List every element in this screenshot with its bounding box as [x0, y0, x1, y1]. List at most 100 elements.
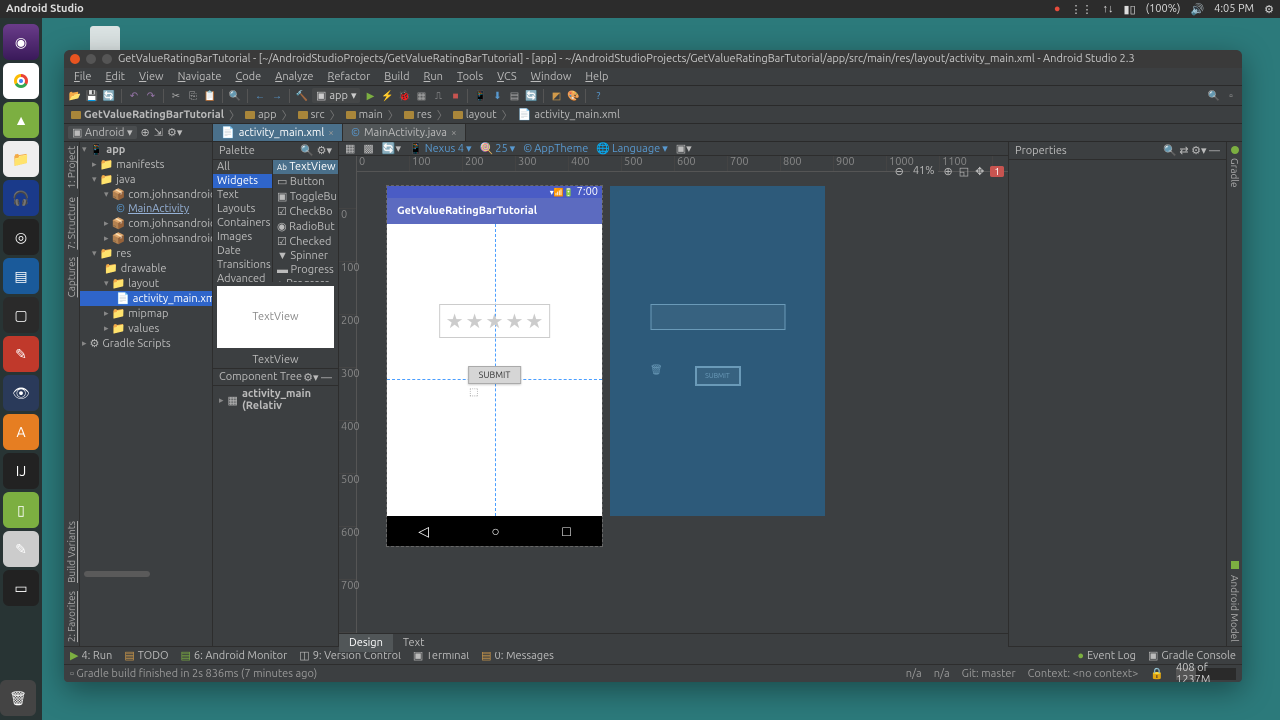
- tree-item-selected[interactable]: 📄activity_main.xm: [80, 291, 212, 306]
- close-icon[interactable]: ×: [451, 127, 457, 138]
- tree-gradle-scripts[interactable]: ▸⚙Gradle Scripts: [80, 336, 212, 351]
- collapse-icon[interactable]: ⇲: [154, 126, 163, 139]
- pan-icon[interactable]: ✥: [975, 165, 984, 178]
- window-maximize-button[interactable]: [102, 54, 112, 64]
- paste-icon[interactable]: 📋: [203, 89, 217, 103]
- gear-icon[interactable]: ⚙▾: [167, 126, 182, 139]
- palette-cat[interactable]: Transitions: [213, 258, 272, 272]
- zoom-level[interactable]: 41%: [910, 165, 938, 177]
- tool-structure[interactable]: 7: Structure: [66, 193, 77, 254]
- launcher-dash[interactable]: ◉: [3, 24, 39, 60]
- menu-vcs[interactable]: VCS: [491, 69, 523, 85]
- launcher-terminal[interactable]: ▢: [3, 297, 39, 333]
- window-close-button[interactable]: [70, 54, 80, 64]
- tool-build-variants[interactable]: Build Variants: [66, 517, 77, 587]
- battery-icon[interactable]: ▮▯: [1124, 3, 1136, 16]
- avd-icon[interactable]: 📱: [473, 89, 487, 103]
- toggle-tools-icon[interactable]: ▫: [1224, 89, 1238, 103]
- nav-layout[interactable]: layout: [450, 109, 500, 121]
- gradle-sync-icon[interactable]: 🔄: [524, 89, 538, 103]
- palette-widget[interactable]: ☑ CheckBo: [273, 204, 338, 219]
- palette-widget[interactable]: ▼ Spinner: [273, 249, 338, 263]
- tree-item[interactable]: ▸📁mipmap: [80, 306, 212, 321]
- launcher-intellij[interactable]: IJ: [3, 453, 39, 489]
- tab-design[interactable]: Design: [339, 634, 393, 652]
- submit-button[interactable]: SUBMIT: [468, 366, 522, 384]
- menu-help[interactable]: Help: [579, 69, 614, 85]
- tool-gradle[interactable]: Gradle: [1229, 154, 1240, 192]
- status-git[interactable]: Git: master: [962, 668, 1016, 680]
- launcher-app-green[interactable]: ▯: [3, 492, 39, 528]
- tool-todo[interactable]: ▤TODO: [124, 649, 168, 662]
- gear-icon[interactable]: ⚙▾: [1191, 145, 1206, 157]
- menu-run[interactable]: Run: [418, 69, 449, 85]
- tree-item[interactable]: ▾📁res: [80, 246, 212, 261]
- tree-item[interactable]: ▸📁manifests: [80, 157, 212, 172]
- make-icon[interactable]: 🔨: [295, 89, 309, 103]
- palette-widget[interactable]: ☑ Checked: [273, 234, 338, 249]
- sync-icon[interactable]: 🔄: [102, 89, 116, 103]
- tool-event-log[interactable]: ●Event Log: [1077, 650, 1136, 662]
- search-icon[interactable]: 🔍: [1163, 145, 1177, 157]
- palette-widget[interactable]: Ab TextView: [273, 160, 338, 174]
- status-context[interactable]: Context: <no context>: [1028, 668, 1139, 680]
- design-canvas[interactable]: 010020030040050060070080090010001100 ▾📶🔋…: [357, 156, 1008, 633]
- palette-cat[interactable]: Layouts: [213, 202, 272, 216]
- copy-icon[interactable]: ⎘: [186, 89, 200, 103]
- tool-favorites[interactable]: 2: Favorites: [66, 587, 77, 646]
- menu-file[interactable]: File: [68, 69, 97, 85]
- tab-main-activity[interactable]: ©MainActivity.java×: [343, 124, 466, 141]
- save-icon[interactable]: 💾: [85, 89, 99, 103]
- theme-icon[interactable]: 🎨: [566, 89, 580, 103]
- device-selector[interactable]: 📱Nexus 4▾: [409, 142, 472, 155]
- memory-indicator[interactable]: 408 of 1237M: [1176, 668, 1236, 680]
- layout-icon[interactable]: ◩: [549, 89, 563, 103]
- menu-edit[interactable]: Edit: [99, 69, 131, 85]
- palette-cat[interactable]: Advanced: [213, 272, 272, 282]
- hide-icon[interactable]: —: [321, 372, 332, 384]
- variant-icon[interactable]: ▣▾: [676, 142, 692, 155]
- sdk-icon[interactable]: ⬇: [490, 89, 504, 103]
- debug-icon[interactable]: 🐞: [397, 89, 411, 103]
- close-icon[interactable]: ×: [328, 127, 334, 138]
- structure-icon[interactable]: ▤: [507, 89, 521, 103]
- help-icon[interactable]: ?: [591, 89, 605, 103]
- rating-bar[interactable]: ★ ★ ★ ★ ★: [439, 304, 551, 338]
- tree-item[interactable]: ▾📁java: [80, 172, 212, 187]
- cut-icon[interactable]: ✂: [169, 89, 183, 103]
- menu-build[interactable]: Build: [378, 69, 415, 85]
- lock-icon[interactable]: 🔒: [1150, 667, 1164, 680]
- back-icon[interactable]: ←: [253, 89, 267, 103]
- phone-preview[interactable]: ▾📶🔋7:00 GetValueRatingBarTutorial ★ ★ ★ …: [387, 186, 602, 546]
- component-tree-root[interactable]: ▸▦activity_main (Relativ: [213, 386, 338, 414]
- palette-widget[interactable]: ◉ RadioBut: [273, 219, 338, 234]
- tool-project[interactable]: 1: Project: [66, 142, 77, 193]
- palette-cat[interactable]: Text: [213, 188, 272, 202]
- nav-project[interactable]: GetValueRatingBarTutorial: [68, 109, 227, 121]
- zoom-in-icon[interactable]: ⊕: [944, 165, 953, 178]
- tab-activity-main[interactable]: 📄activity_main.xml×: [213, 124, 343, 141]
- nav-file[interactable]: 📄activity_main.xml: [515, 108, 623, 121]
- find-icon[interactable]: 🔍: [228, 89, 242, 103]
- tool-android-model[interactable]: Android Model: [1229, 571, 1240, 646]
- tree-item[interactable]: ▸📦com.johnsandroidst: [80, 216, 212, 231]
- launcher-notes[interactable]: ✎: [3, 531, 39, 567]
- attach-icon[interactable]: ⎍: [431, 89, 445, 103]
- language-selector[interactable]: 🌐Language▾: [596, 142, 667, 155]
- profile-icon[interactable]: ▦: [414, 89, 428, 103]
- design-view-icon[interactable]: ▦: [345, 142, 355, 155]
- tree-item[interactable]: ▸📁values: [80, 321, 212, 336]
- nav-src[interactable]: src: [295, 109, 328, 121]
- zoom-out-icon[interactable]: ⊖: [895, 165, 904, 178]
- tree-root[interactable]: ▾📱app: [80, 142, 212, 157]
- search-icon[interactable]: 🔍: [300, 145, 314, 157]
- launcher-display[interactable]: ▭: [3, 570, 39, 606]
- launcher-app-eye[interactable]: 👁: [3, 375, 39, 411]
- tool-run[interactable]: ▶4: Run: [70, 649, 112, 662]
- menu-tools[interactable]: Tools: [451, 69, 489, 85]
- menu-refactor[interactable]: Refactor: [321, 69, 376, 85]
- launcher-android-studio[interactable]: ▲: [3, 102, 39, 138]
- menu-window[interactable]: Window: [525, 69, 578, 85]
- launcher-app-blue[interactable]: ▤: [3, 258, 39, 294]
- tool-captures[interactable]: Captures: [66, 253, 77, 301]
